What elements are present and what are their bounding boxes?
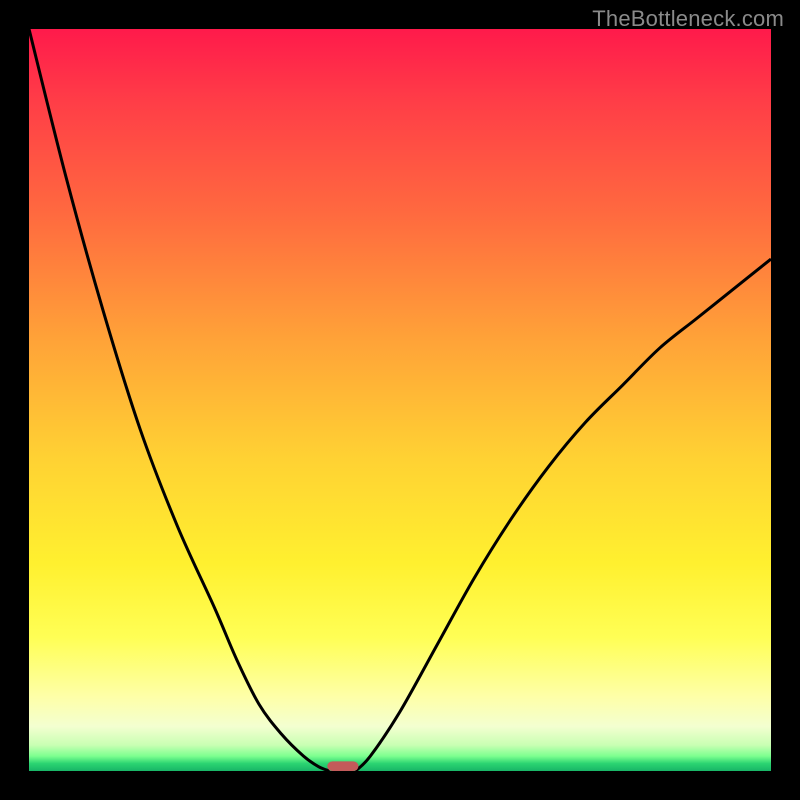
base-marker <box>327 761 358 771</box>
watermark-text: TheBottleneck.com <box>592 6 784 32</box>
curve-right <box>355 259 771 771</box>
curve-left <box>29 29 330 771</box>
chart-frame: TheBottleneck.com <box>0 0 800 800</box>
curves-svg <box>29 29 771 771</box>
plot-area <box>29 29 771 771</box>
